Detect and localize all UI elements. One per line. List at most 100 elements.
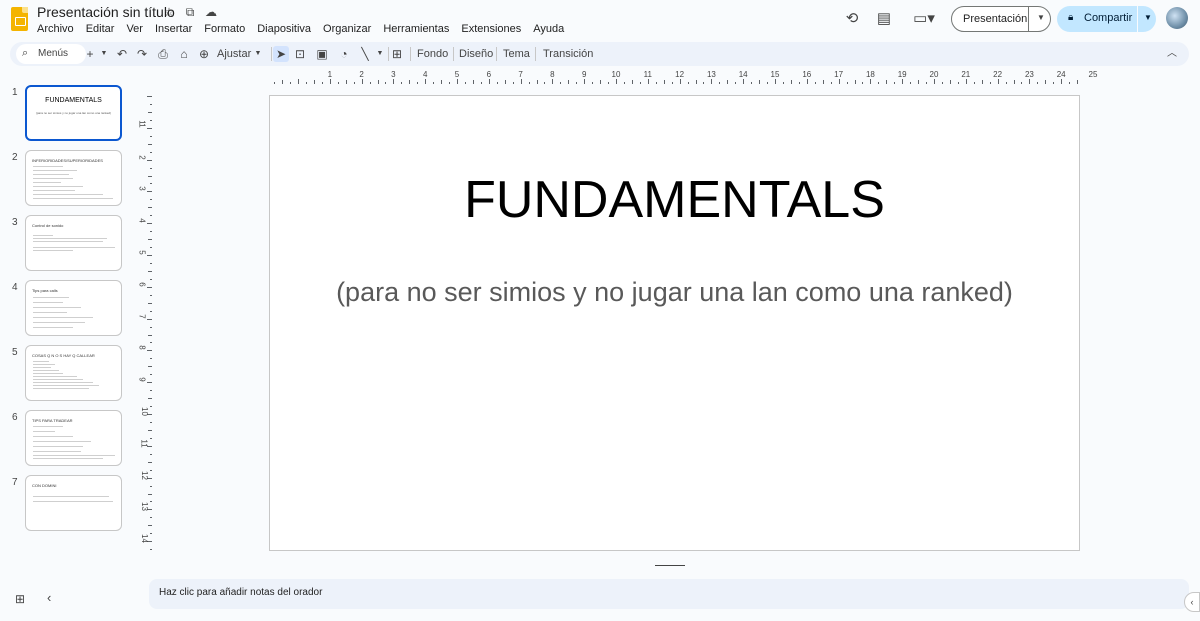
slide-thumbnail-2[interactable]: INFERIORIDADES/SUPERIORIDADES xyxy=(25,150,122,206)
menu-formato[interactable]: Formato xyxy=(198,22,251,36)
ruler-tick xyxy=(926,82,928,84)
ruler-tick xyxy=(989,82,991,84)
ruler-tick xyxy=(150,342,152,344)
thumbnail-heading: TIPS PARA TRADEAR xyxy=(32,418,73,423)
line-icon[interactable]: ╲ xyxy=(357,46,373,62)
ruler-tick xyxy=(981,80,983,84)
ruler-tick xyxy=(695,80,697,84)
ruler-tick xyxy=(918,80,920,84)
star-icon[interactable]: ☆ xyxy=(162,5,176,19)
move-folder-icon[interactable]: ⧉ xyxy=(183,5,197,19)
add-comment-icon[interactable]: ⊞ xyxy=(389,46,405,62)
background-button[interactable]: Fondo xyxy=(417,46,448,62)
undo-icon[interactable]: ↶ xyxy=(114,46,130,62)
menu-insertar[interactable]: Insertar xyxy=(149,22,198,36)
search-menus-button[interactable]: ⌕ Menús xyxy=(16,44,86,64)
slides-logo-icon[interactable] xyxy=(11,7,28,31)
menu-extensiones[interactable]: Extensiones xyxy=(455,22,527,36)
zoom-icon[interactable]: ⊕ xyxy=(196,46,212,62)
ruler-tick xyxy=(973,82,975,84)
slide-thumbnail-3[interactable]: Control de sonido xyxy=(25,215,122,271)
ruler-tick xyxy=(464,82,466,84)
ruler-tick xyxy=(894,82,896,84)
slide-subtitle[interactable]: (para no ser simios y no jugar una lan c… xyxy=(270,277,1079,308)
thumbnail-heading: INFERIORIDADES/SUPERIORIDADES xyxy=(32,158,103,163)
ruler-label: 23 xyxy=(1024,70,1034,79)
slide-thumbnail-5[interactable]: COSAS Q N O S HAY Q CALLEAR xyxy=(25,345,122,401)
ruler-tick xyxy=(1077,80,1079,84)
thumbnail-subtitle: (para no ser simios y no jugar una lan c… xyxy=(35,111,112,115)
notes-resize-handle[interactable] xyxy=(655,565,685,566)
ruler-tick xyxy=(148,525,152,527)
ruler-tick xyxy=(148,429,152,431)
zoom-chevron-down-icon[interactable]: ▼ xyxy=(250,46,266,62)
comments-icon[interactable]: ▤ xyxy=(875,10,893,28)
ruler-tick xyxy=(719,82,721,84)
share-button[interactable]: 🔒︎ Compartir ▼ xyxy=(1057,6,1156,32)
history-icon[interactable]: ⟲ xyxy=(843,10,861,28)
ruler-tick xyxy=(150,533,152,535)
ruler-tick xyxy=(862,82,864,84)
menu-ver[interactable]: Ver xyxy=(120,22,149,36)
ruler-label: 12 xyxy=(139,470,149,480)
ruler-tick xyxy=(150,278,152,280)
menu-archivo[interactable]: Archivo xyxy=(31,22,80,36)
side-panel-chevron-left-icon[interactable]: ‹ xyxy=(1184,592,1200,612)
document-title[interactable]: Presentación sin título xyxy=(37,4,175,20)
menu-ayuda[interactable]: Ayuda xyxy=(527,22,570,36)
menu-herramientas[interactable]: Herramientas xyxy=(377,22,455,36)
menu-diapositiva[interactable]: Diapositiva xyxy=(251,22,317,36)
zoom-select[interactable]: Ajustar xyxy=(217,46,251,62)
slide-thumbnail-1[interactable]: FUNDAMENTALS (para no ser simios y no ju… xyxy=(25,85,122,141)
share-options-chevron-down-icon[interactable]: ▼ xyxy=(1144,13,1152,22)
present-button[interactable]: Presentación ▼ xyxy=(951,6,1051,32)
select-pointer-icon[interactable]: ➤ xyxy=(273,46,289,62)
ruler-tick xyxy=(148,461,152,463)
ruler-tick xyxy=(528,82,530,84)
slide-thumbnail-7[interactable]: CON DOMINI xyxy=(25,475,122,531)
vertical-ruler[interactable]: 1 1 2 3 4 5 6 7 8 9 10 11 12 13 14 xyxy=(137,95,152,551)
ruler-tick xyxy=(846,82,848,84)
grid-view-icon[interactable]: ⊞ xyxy=(15,592,25,606)
ruler-tick xyxy=(150,119,152,121)
ruler-tick xyxy=(313,80,315,84)
ruler-tick xyxy=(743,79,745,84)
paint-format-icon[interactable]: ⌂ xyxy=(176,46,192,62)
ruler-label: 9 xyxy=(137,377,147,382)
ruler-tick xyxy=(1053,82,1055,84)
shape-icon[interactable]: ◔ xyxy=(336,46,352,62)
ruler-tick xyxy=(148,270,152,272)
ruler-tick xyxy=(608,82,610,84)
slide-thumbnail-6[interactable]: TIPS PARA TRADEAR xyxy=(25,410,122,466)
ruler-tick xyxy=(1061,79,1063,84)
speaker-notes[interactable]: Haz clic para añadir notas del orador xyxy=(149,579,1189,609)
slide-number: 3 xyxy=(12,217,18,228)
ruler-label: 13 xyxy=(139,502,149,512)
ruler-tick xyxy=(568,80,570,84)
slide-canvas[interactable]: FUNDAMENTALS (para no ser simios y no ju… xyxy=(269,95,1080,551)
avatar[interactable] xyxy=(1166,7,1188,29)
ruler-label: 11 xyxy=(139,439,149,448)
present-options-chevron-down-icon[interactable]: ▼ xyxy=(1037,13,1045,22)
slide-thumbnail-4[interactable]: Tips para calls xyxy=(25,280,122,336)
meet-video-icon[interactable]: ▭▾ xyxy=(911,10,937,28)
theme-button[interactable]: Tema xyxy=(503,46,530,62)
collapse-filmstrip-chevron-left-icon[interactable]: ‹ xyxy=(47,590,51,605)
redo-icon[interactable]: ↷ xyxy=(134,46,150,62)
horizontal-ruler[interactable]: 1 2 3 4 5 6 7 8 9 10 11 12 13 14 15 16 17 18 19 20 21 22 23 24 2… xyxy=(268,70,1097,84)
menu-organizar[interactable]: Organizar xyxy=(317,22,377,36)
transition-button[interactable]: Transición xyxy=(543,46,593,62)
print-icon[interactable]: ⎙ xyxy=(155,46,171,62)
slide-title[interactable]: FUNDAMENTALS xyxy=(270,170,1079,230)
slide-number: 1 xyxy=(12,87,18,98)
ruler-tick xyxy=(623,82,625,84)
text-box-icon[interactable]: ⊡ xyxy=(292,46,308,62)
collapse-toolbar-chevron-up-icon[interactable]: ︿ xyxy=(1164,46,1180,62)
line-chevron-down-icon[interactable]: ▼ xyxy=(372,46,388,62)
new-slide-chevron-down-icon[interactable]: ▼ xyxy=(96,46,112,62)
ruler-tick xyxy=(767,82,769,84)
menu-editar[interactable]: Editar xyxy=(80,22,121,36)
cloud-status-icon[interactable]: ☁ xyxy=(204,5,218,19)
layout-button[interactable]: Diseño xyxy=(459,46,493,62)
insert-image-icon[interactable]: ▣ xyxy=(314,46,330,62)
